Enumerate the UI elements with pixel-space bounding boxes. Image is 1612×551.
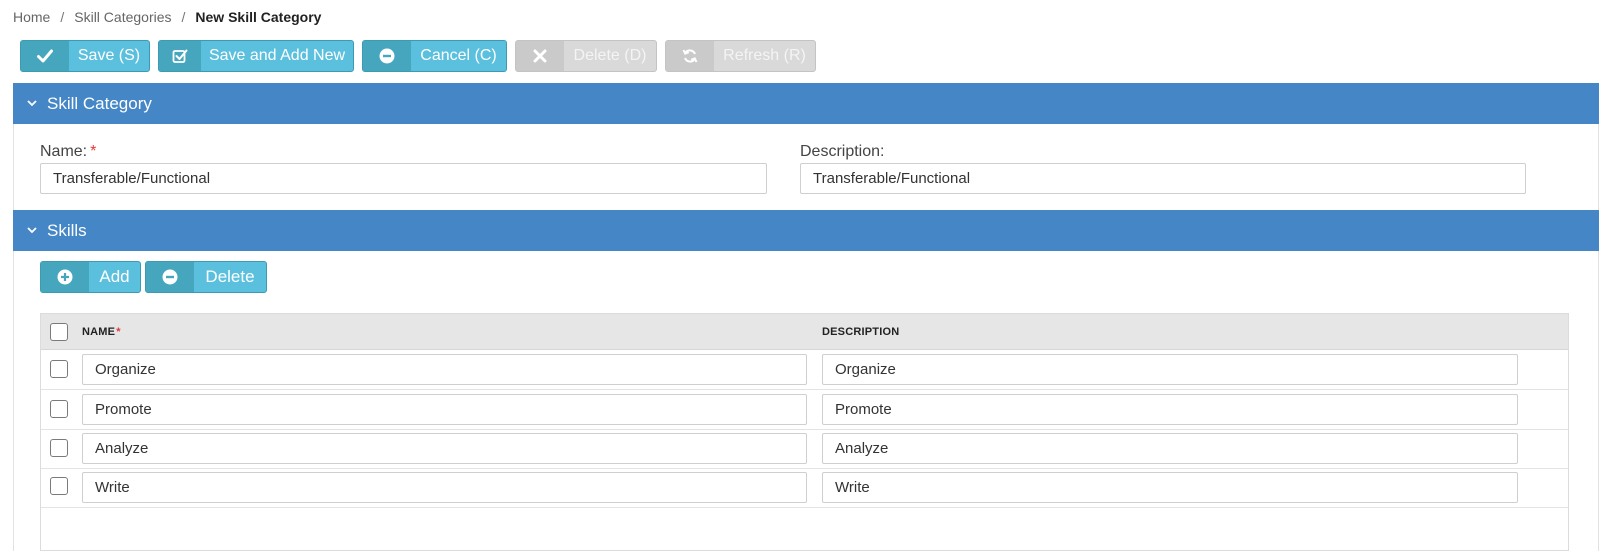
- add-skill-label: Add: [99, 267, 130, 286]
- chevron-down-icon: [27, 227, 47, 234]
- name-label-text: Name:: [40, 143, 88, 160]
- breadcrumb-current: New Skill Category: [195, 9, 322, 25]
- column-header-name[interactable]: NAME*: [82, 326, 121, 338]
- row-checkbox[interactable]: [50, 477, 68, 495]
- name-label: Name: *: [40, 143, 96, 161]
- breadcrumb-separator: /: [181, 9, 186, 25]
- save-button-label: Save (S): [77, 47, 141, 64]
- section-header-skill-category[interactable]: Skill Category: [13, 83, 1599, 124]
- section-title: Skills: [47, 220, 87, 240]
- cancel-button[interactable]: Cancel (C): [362, 40, 507, 72]
- x-icon: [516, 41, 564, 71]
- refresh-icon: [666, 41, 714, 71]
- save-and-add-new-label: Save and Add New: [208, 47, 346, 64]
- description-field[interactable]: [800, 163, 1526, 194]
- column-header-description[interactable]: DESCRIPTION: [822, 326, 899, 338]
- form-toolbar: Save (S) Save and Add New Cancel (C) Del…: [20, 40, 816, 72]
- section-header-skills[interactable]: Skills: [13, 210, 1599, 251]
- column-header-name-text: NAME: [82, 326, 116, 338]
- chevron-down-icon: [27, 100, 47, 107]
- skill-name-input[interactable]: [82, 394, 807, 425]
- grid-header: NAME* DESCRIPTION: [41, 314, 1568, 350]
- delete-skill-label: Delete: [205, 267, 255, 286]
- name-field[interactable]: [40, 163, 767, 194]
- save-and-add-new-button[interactable]: Save and Add New: [158, 40, 354, 72]
- row-checkbox[interactable]: [50, 400, 68, 418]
- required-mark: *: [90, 143, 97, 160]
- add-skill-button[interactable]: Add: [40, 261, 141, 293]
- check-icon: [21, 41, 69, 71]
- skill-name-input[interactable]: [82, 354, 807, 385]
- breadcrumb-home[interactable]: Home: [13, 9, 50, 25]
- row-checkbox[interactable]: [50, 439, 68, 457]
- breadcrumb: Home / Skill Categories / New Skill Cate…: [13, 9, 321, 25]
- cancel-button-label: Cancel (C): [420, 47, 497, 64]
- table-row: [41, 390, 1568, 430]
- breadcrumb-separator: /: [60, 9, 65, 25]
- table-row: [41, 468, 1568, 508]
- skill-name-input[interactable]: [82, 472, 807, 503]
- row-checkbox[interactable]: [50, 360, 68, 378]
- table-row: [41, 429, 1568, 469]
- required-mark: *: [116, 326, 121, 338]
- plus-circle-icon: [41, 262, 89, 292]
- skill-description-input[interactable]: [822, 433, 1518, 464]
- section-title: Skill Category: [47, 93, 152, 113]
- refresh-button-label: Refresh (R): [723, 47, 806, 64]
- skill-description-input[interactable]: [822, 472, 1518, 503]
- minus-circle-icon: [363, 41, 411, 71]
- description-label: Description:: [800, 143, 885, 160]
- save-button[interactable]: Save (S): [20, 40, 150, 72]
- delete-button[interactable]: Delete (D): [515, 40, 657, 72]
- select-all-checkbox[interactable]: [50, 323, 68, 341]
- minus-circle-icon: [146, 262, 194, 292]
- checkbox-check-icon: [159, 41, 201, 71]
- skill-name-input[interactable]: [82, 433, 807, 464]
- breadcrumb-skill-categories[interactable]: Skill Categories: [74, 9, 171, 25]
- refresh-button[interactable]: Refresh (R): [665, 40, 816, 72]
- skill-description-input[interactable]: [822, 394, 1518, 425]
- table-row: [41, 350, 1568, 390]
- skills-grid: NAME* DESCRIPTION: [40, 313, 1569, 551]
- delete-skill-button[interactable]: Delete: [145, 261, 267, 293]
- skill-description-input[interactable]: [822, 354, 1518, 385]
- delete-button-label: Delete (D): [573, 47, 647, 64]
